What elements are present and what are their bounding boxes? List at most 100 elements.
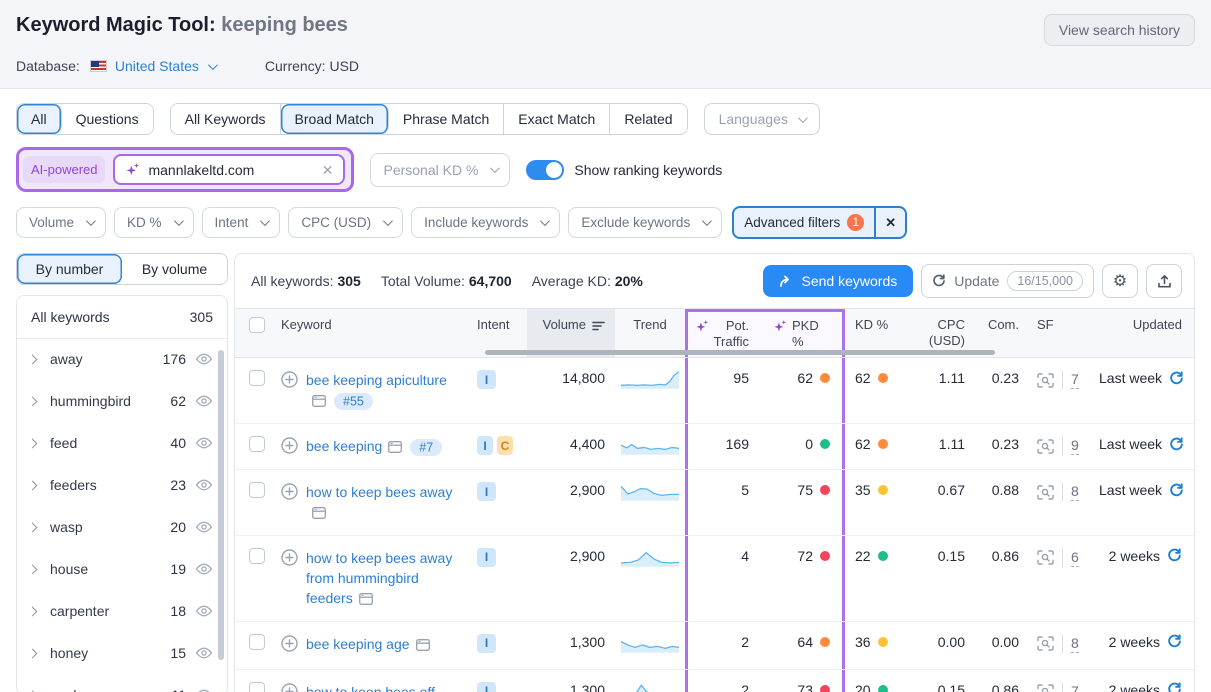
- serp-features-icon[interactable]: [1037, 550, 1054, 565]
- advanced-filters-button[interactable]: Advanced filters 1: [734, 208, 874, 237]
- tab-related[interactable]: Related: [610, 104, 686, 134]
- serp-preview-icon[interactable]: [416, 639, 430, 651]
- eye-icon[interactable]: [195, 520, 213, 534]
- serp-preview-icon[interactable]: [359, 593, 373, 605]
- filter-volume[interactable]: Volume: [16, 207, 106, 238]
- domain-input[interactable]: [148, 162, 314, 178]
- expand-keyword-icon[interactable]: [281, 483, 298, 500]
- keyword-link[interactable]: bee keeping apiculture: [306, 372, 447, 388]
- serp-features-count[interactable]: 7: [1071, 371, 1079, 389]
- keyword-group-house[interactable]: house 19: [17, 549, 227, 589]
- refresh-metrics-icon[interactable]: [1169, 437, 1184, 452]
- filter-kd[interactable]: KD %: [114, 207, 194, 238]
- keyword-group-away[interactable]: away 176: [17, 339, 227, 379]
- database-selector[interactable]: United States: [115, 58, 215, 74]
- chevron-right-icon: [28, 396, 38, 406]
- expand-keyword-icon[interactable]: [281, 635, 298, 652]
- serp-features-icon[interactable]: [1037, 373, 1054, 388]
- eye-icon[interactable]: [195, 352, 213, 366]
- filter-include-keywords[interactable]: Include keywords: [411, 207, 560, 238]
- eye-icon[interactable]: [195, 436, 213, 450]
- keyword-link[interactable]: how to keep bees away from hummingbird f…: [306, 550, 452, 607]
- trend-sparkline: [621, 482, 679, 502]
- expand-keyword-icon[interactable]: [281, 371, 298, 388]
- keyword-group-pool[interactable]: pool 11: [17, 675, 227, 692]
- tab-all-keywords[interactable]: All Keywords: [171, 104, 281, 134]
- column-updated[interactable]: Updated: [1089, 309, 1194, 357]
- row-checkbox[interactable]: [249, 482, 265, 498]
- languages-dropdown[interactable]: Languages: [704, 103, 820, 135]
- trend-cell: [615, 622, 685, 669]
- serp-preview-icon[interactable]: [388, 441, 402, 453]
- refresh-metrics-icon[interactable]: [1167, 682, 1182, 692]
- all-keywords-group[interactable]: All keywords: [31, 309, 110, 325]
- pkd-cell: 73: [763, 670, 845, 692]
- eye-icon[interactable]: [195, 394, 213, 408]
- keyword-group-honey[interactable]: honey 15: [17, 633, 227, 673]
- show-ranking-toggle[interactable]: [526, 160, 564, 180]
- send-keywords-button[interactable]: Send keywords: [763, 265, 914, 297]
- refresh-metrics-icon[interactable]: [1167, 548, 1182, 563]
- eye-icon[interactable]: [195, 478, 213, 492]
- serp-features-count[interactable]: 9: [1071, 437, 1079, 455]
- filter-exclude-keywords[interactable]: Exclude keywords: [568, 207, 722, 238]
- expand-keyword-icon[interactable]: [281, 683, 298, 692]
- settings-button[interactable]: ⚙: [1102, 264, 1138, 298]
- refresh-metrics-icon[interactable]: [1169, 371, 1184, 386]
- kd-status-dot: [878, 685, 888, 692]
- serp-features-count[interactable]: 7: [1071, 683, 1079, 692]
- clear-input-icon[interactable]: ✕: [322, 163, 334, 177]
- row-checkbox[interactable]: [249, 548, 265, 564]
- row-checkbox[interactable]: [249, 634, 265, 650]
- filter-cpc-usd[interactable]: CPC (USD): [288, 207, 403, 238]
- tab-questions[interactable]: Questions: [62, 104, 153, 134]
- keyword-group-hummingbird[interactable]: hummingbird 62: [17, 381, 227, 421]
- serp-features-icon[interactable]: [1037, 439, 1054, 454]
- keyword-link[interactable]: bee keeping: [306, 438, 382, 454]
- serp-features-icon[interactable]: [1037, 684, 1054, 692]
- serp-features-icon[interactable]: [1037, 636, 1054, 651]
- clear-advanced-filters-button[interactable]: ✕: [874, 208, 905, 237]
- eye-icon[interactable]: [195, 646, 213, 660]
- column-keyword[interactable]: Keyword: [271, 309, 471, 357]
- personal-kd-dropdown[interactable]: Personal KD %: [370, 153, 510, 187]
- filter-intent[interactable]: Intent: [202, 207, 281, 238]
- refresh-metrics-icon[interactable]: [1169, 483, 1184, 498]
- tab-all[interactable]: All: [17, 104, 62, 134]
- serp-features-icon[interactable]: [1037, 485, 1054, 500]
- serp-features-count[interactable]: 8: [1071, 483, 1079, 501]
- export-button[interactable]: [1146, 264, 1182, 298]
- keyword-link[interactable]: how to keep bees off hummingbird feeder: [306, 684, 435, 692]
- keyword-group-carpenter[interactable]: carpenter 18: [17, 591, 227, 631]
- tab-phrase-match[interactable]: Phrase Match: [389, 104, 504, 134]
- keyword-group-wasp[interactable]: wasp 20: [17, 507, 227, 547]
- keyword-group-feed[interactable]: feed 40: [17, 423, 227, 463]
- row-checkbox[interactable]: [249, 370, 265, 386]
- serp-preview-icon[interactable]: [312, 507, 326, 519]
- refresh-metrics-icon[interactable]: [1167, 634, 1182, 649]
- row-checkbox[interactable]: [249, 436, 265, 452]
- sidebar-tab-by-volume[interactable]: By volume: [122, 254, 227, 284]
- column-sf[interactable]: SF: [1029, 309, 1089, 357]
- expand-keyword-icon[interactable]: [281, 549, 298, 566]
- view-search-history-button[interactable]: View search history: [1044, 14, 1195, 46]
- tab-broad-match[interactable]: Broad Match: [281, 104, 389, 134]
- serp-features-count[interactable]: 8: [1071, 635, 1079, 653]
- serp-features-count[interactable]: 6: [1071, 549, 1079, 567]
- sidebar-tab-by-number[interactable]: By number: [17, 254, 122, 284]
- keyword-link[interactable]: how to keep bees away: [306, 484, 452, 500]
- eye-icon[interactable]: [195, 688, 213, 692]
- eye-icon[interactable]: [195, 604, 213, 618]
- keyword-group-feeders[interactable]: feeders 23: [17, 465, 227, 505]
- row-checkbox[interactable]: [249, 682, 265, 692]
- serp-preview-icon[interactable]: [312, 395, 326, 407]
- select-all-checkbox[interactable]: [249, 317, 265, 333]
- expand-keyword-icon[interactable]: [281, 437, 298, 454]
- eye-icon[interactable]: [195, 562, 213, 576]
- search-query: keeping bees: [221, 14, 348, 36]
- keyword-link[interactable]: bee keeping age: [306, 636, 410, 652]
- horizontal-scrollbar[interactable]: [485, 350, 995, 355]
- tab-exact-match[interactable]: Exact Match: [504, 104, 610, 134]
- update-button[interactable]: Update 16/15,000: [921, 264, 1094, 298]
- sidebar-scrollbar[interactable]: [218, 350, 224, 660]
